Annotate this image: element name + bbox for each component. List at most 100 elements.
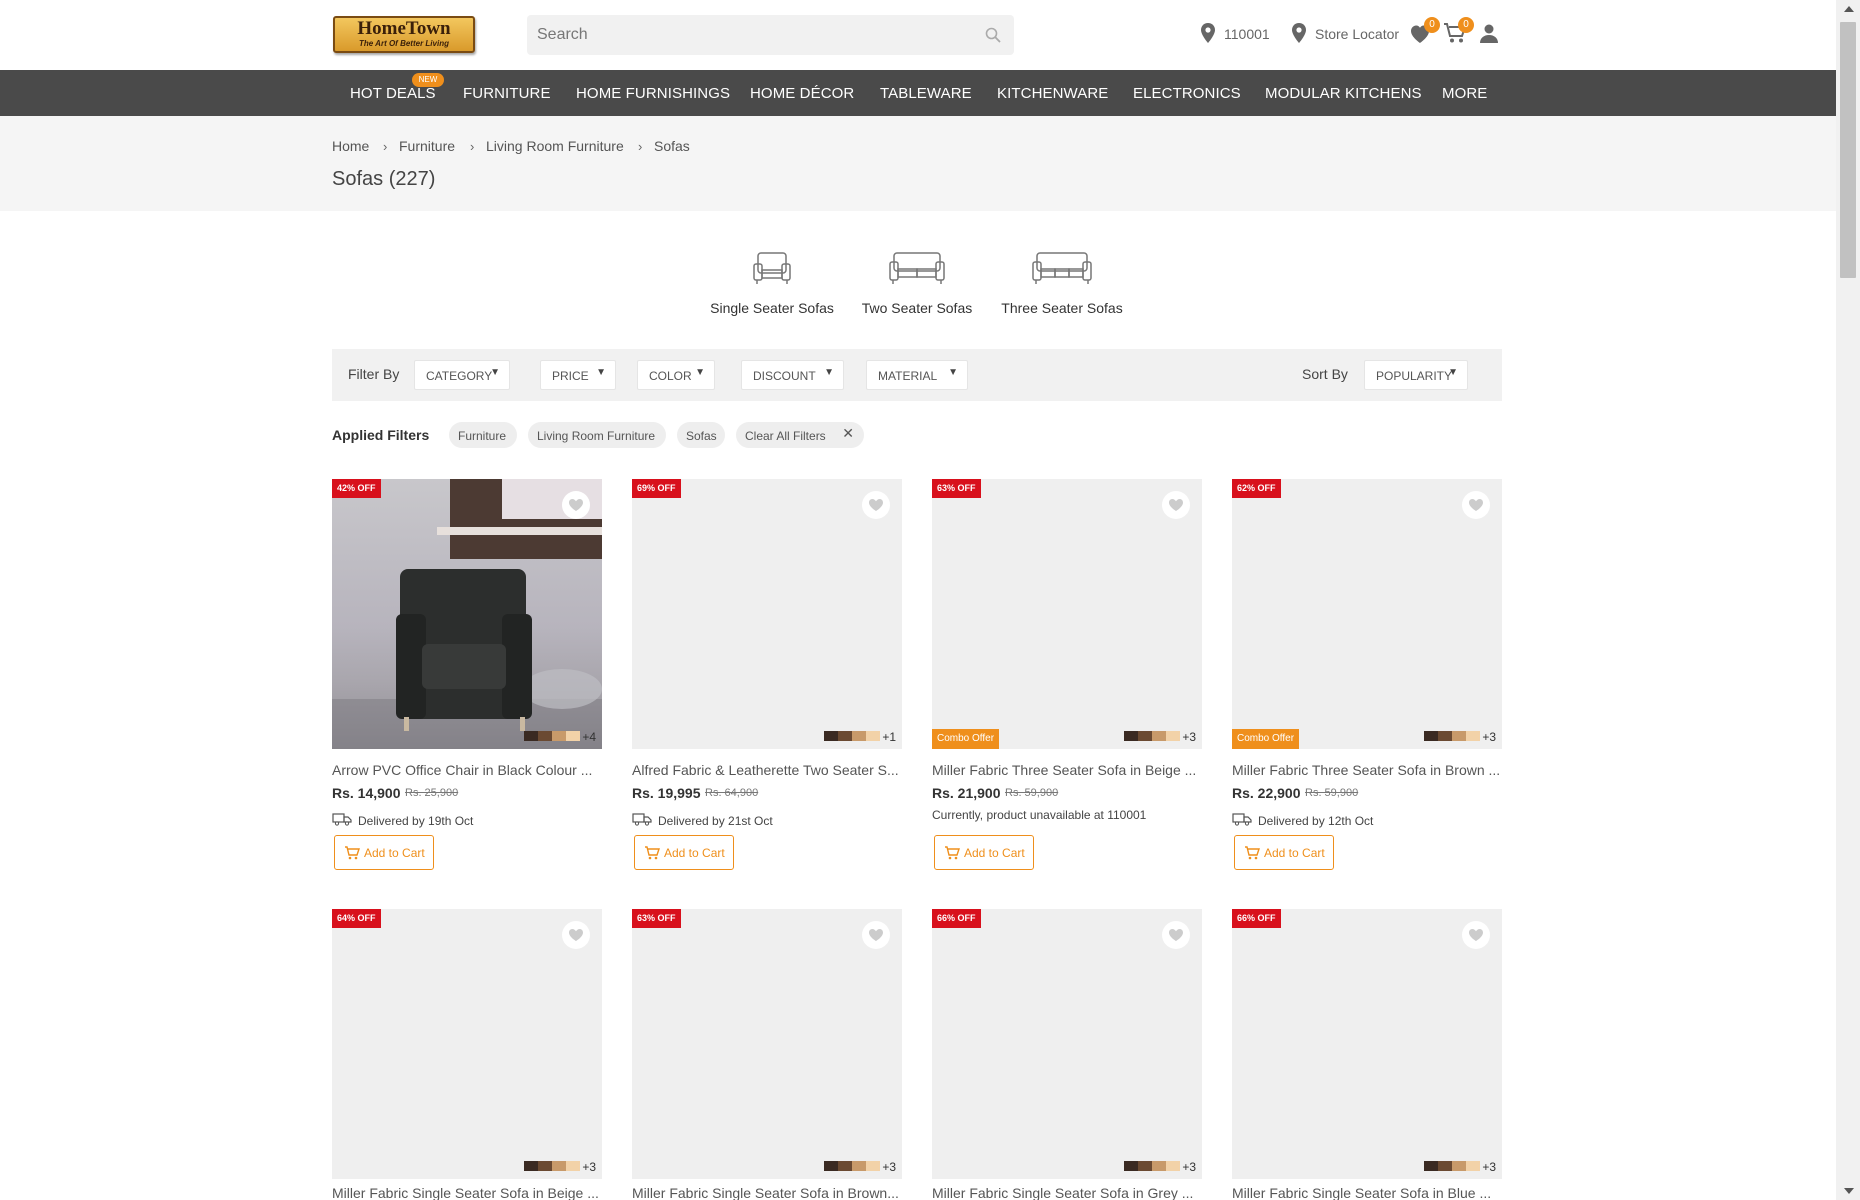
product-name[interactable]: Arrow PVC Office Chair in Black Colour .… (332, 762, 602, 778)
discount-badge: 66% OFF (1232, 909, 1281, 928)
nav-item-hot-deals[interactable]: HOT DEALS (350, 85, 436, 102)
color-swatches[interactable] (524, 731, 580, 741)
filter-discount-dropdown[interactable]: DISCOUNT ▼ (741, 360, 844, 390)
breadcrumb-living-room-furniture[interactable]: Living Room Furniture (486, 138, 624, 154)
search-input[interactable] (537, 15, 957, 55)
wishlist-heart-icon[interactable] (1462, 921, 1490, 949)
color-swatches[interactable] (824, 1161, 880, 1171)
product-image[interactable]: 66% OFF +3 (1232, 909, 1502, 1179)
applied-filter-chip[interactable]: Living Room Furniture (528, 422, 666, 448)
product-card[interactable]: 42% OFF +4 Arrow PVC Office Chair in Bla… (332, 479, 602, 899)
nav-item-home-decor[interactable]: HOME DÉCOR (750, 85, 854, 102)
color-swatches[interactable] (1424, 1161, 1480, 1171)
add-to-cart-button[interactable]: Add to Cart (634, 835, 734, 870)
product-name[interactable]: Miller Fabric Three Seater Sofa in Beige… (932, 762, 1202, 778)
nav-item-tableware[interactable]: TABLEWARE (880, 85, 972, 102)
cart-add-icon (645, 846, 660, 860)
store-locator-icon[interactable] (1290, 22, 1308, 44)
add-to-cart-button[interactable]: Add to Cart (334, 835, 434, 870)
category-single-seater[interactable]: Single Seater Sofas (692, 250, 852, 316)
wishlist-heart-icon[interactable] (1462, 491, 1490, 519)
product-image[interactable]: 66% OFF +3 (932, 909, 1202, 1179)
scroll-down-arrow-icon[interactable] (1844, 1188, 1854, 1194)
product-name[interactable]: Alfred Fabric & Leatherette Two Seater S… (632, 762, 902, 778)
page-scrollbar[interactable] (1836, 0, 1860, 1200)
delivery-date: Delivered by 21st Oct (658, 814, 773, 828)
more-colors-count[interactable]: +3 (582, 1160, 596, 1174)
nav-item-kitchenware[interactable]: KITCHENWARE (997, 85, 1108, 102)
product-card[interactable]: 66% OFF +3 Miller Fabric Single Seater S… (1232, 909, 1502, 1200)
color-swatches[interactable] (524, 1161, 580, 1171)
applied-filter-chip[interactable]: Furniture (449, 422, 517, 448)
nav-item-furniture[interactable]: FURNITURE (463, 85, 551, 102)
nav-item-modular-kitchens[interactable]: MODULAR KITCHENS (1265, 85, 1422, 102)
category-two-seater[interactable]: Two Seater Sofas (837, 250, 997, 316)
user-account-icon[interactable] (1477, 22, 1501, 44)
wishlist-heart-icon[interactable] (562, 921, 590, 949)
discount-badge: 62% OFF (1232, 479, 1281, 498)
filter-color-dropdown[interactable]: COLOR ▼ (637, 360, 715, 390)
pincode-text[interactable]: 110001 (1224, 26, 1270, 42)
product-image[interactable]: 42% OFF +4 (332, 479, 602, 749)
nav-item-electronics[interactable]: ELECTRONICS (1133, 85, 1241, 102)
product-card[interactable]: 64% OFF +3 Miller Fabric Single Seater S… (332, 909, 602, 1200)
more-colors-count[interactable]: +3 (1182, 730, 1196, 744)
color-swatches[interactable] (1124, 731, 1180, 741)
filter-color-label: COLOR (649, 369, 692, 383)
product-card[interactable]: 69% OFF +1 Alfred Fabric & Leatherette T… (632, 479, 902, 899)
add-to-cart-button[interactable]: Add to Cart (934, 835, 1034, 870)
product-name[interactable]: Miller Fabric Single Seater Sofa in Beig… (332, 1185, 602, 1200)
product-name[interactable]: Miller Fabric Single Seater Sofa in Grey… (932, 1185, 1202, 1200)
category-three-seater[interactable]: Three Seater Sofas (982, 250, 1142, 316)
product-mrp: Rs. 59,900 (1305, 787, 1359, 799)
breadcrumb-furniture[interactable]: Furniture (399, 138, 455, 154)
logo-name: HomeTown (357, 18, 451, 39)
wishlist-heart-icon[interactable] (562, 491, 590, 519)
more-colors-count[interactable]: +3 (882, 1160, 896, 1174)
product-name[interactable]: Miller Fabric Single Seater Sofa in Blue… (1232, 1185, 1502, 1200)
filter-material-dropdown[interactable]: MATERIAL ▼ (866, 360, 968, 390)
discount-badge: 42% OFF (332, 479, 381, 498)
wishlist-heart-icon[interactable] (862, 491, 890, 519)
search-icon[interactable] (984, 26, 1002, 44)
product-photo (332, 479, 602, 749)
product-image[interactable]: 69% OFF +1 (632, 479, 902, 749)
store-locator-link[interactable]: Store Locator (1315, 26, 1399, 42)
product-image[interactable]: 64% OFF +3 (332, 909, 602, 1179)
color-swatches[interactable] (1124, 1161, 1180, 1171)
nav-item-more[interactable]: MORE (1442, 85, 1487, 102)
color-swatches[interactable] (1424, 731, 1480, 741)
product-image[interactable]: 63% OFF +3 (632, 909, 902, 1179)
nav-item-home-furnishings[interactable]: HOME FURNISHINGS (576, 85, 730, 102)
add-to-cart-button[interactable]: Add to Cart (1234, 835, 1334, 870)
product-image[interactable]: 62% OFF Combo Offer +3 (1232, 479, 1502, 749)
product-card[interactable]: 63% OFF +3 Miller Fabric Single Seater S… (632, 909, 902, 1200)
more-colors-count[interactable]: +3 (1482, 730, 1496, 744)
wishlist-heart-icon[interactable] (1162, 491, 1190, 519)
color-swatches[interactable] (824, 731, 880, 741)
product-image[interactable]: 63% OFF Combo Offer +3 (932, 479, 1202, 749)
more-colors-count[interactable]: +3 (1182, 1160, 1196, 1174)
scroll-up-arrow-icon[interactable] (1844, 6, 1854, 12)
filter-price-dropdown[interactable]: PRICE ▼ (540, 360, 616, 390)
applied-filter-chip[interactable]: Sofas (677, 422, 725, 448)
location-pin-icon[interactable] (1199, 22, 1217, 44)
product-mrp: Rs. 64,900 (705, 787, 759, 799)
sort-dropdown[interactable]: POPULARITY ▼ (1364, 360, 1468, 390)
more-colors-count[interactable]: +4 (582, 730, 596, 744)
product-card[interactable]: 63% OFF Combo Offer +3 Miller Fabric Thr… (932, 479, 1202, 899)
filter-category-dropdown[interactable]: CATEGORY ▼ (414, 360, 510, 390)
breadcrumb-home[interactable]: Home (332, 138, 369, 154)
product-name[interactable]: Miller Fabric Single Seater Sofa in Brow… (632, 1185, 902, 1200)
scrollbar-thumb[interactable] (1840, 22, 1856, 278)
product-card[interactable]: 62% OFF Combo Offer +3 Miller Fabric Thr… (1232, 479, 1502, 899)
product-price: Rs. 22,900 (1232, 785, 1301, 801)
clear-all-filters-button[interactable]: Clear All Filters ✕ (736, 422, 864, 448)
product-name[interactable]: Miller Fabric Three Seater Sofa in Brown… (1232, 762, 1502, 778)
more-colors-count[interactable]: +3 (1482, 1160, 1496, 1174)
product-card[interactable]: 66% OFF +3 Miller Fabric Single Seater S… (932, 909, 1202, 1200)
wishlist-heart-icon[interactable] (1162, 921, 1190, 949)
hometown-logo[interactable]: HomeTown The Art Of Better Living (333, 16, 475, 53)
wishlist-heart-icon[interactable] (862, 921, 890, 949)
more-colors-count[interactable]: +1 (882, 730, 896, 744)
